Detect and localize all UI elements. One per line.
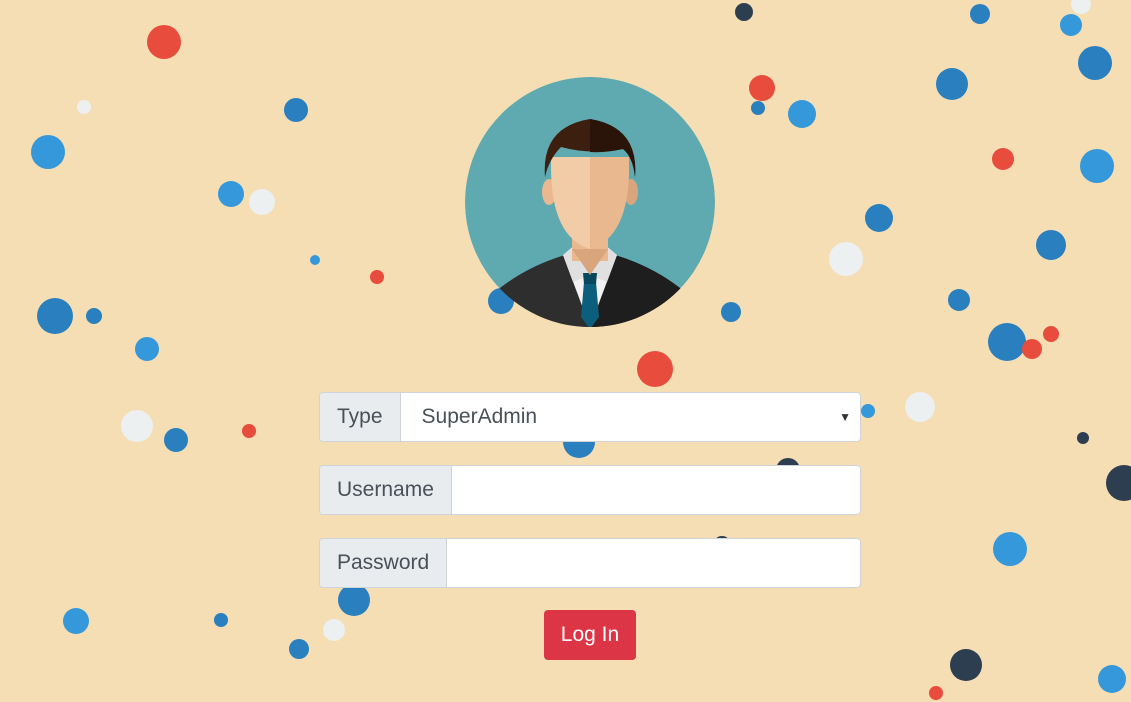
bubble bbox=[164, 428, 188, 452]
bubble bbox=[749, 75, 775, 101]
bubble bbox=[1071, 0, 1091, 14]
bubble bbox=[751, 101, 765, 115]
chevron-down-icon: ▼ bbox=[839, 410, 851, 424]
password-input[interactable] bbox=[468, 539, 839, 587]
username-input[interactable] bbox=[472, 466, 839, 514]
bubble bbox=[135, 337, 159, 361]
bubble bbox=[214, 613, 228, 627]
bubble bbox=[1022, 339, 1042, 359]
bubble bbox=[829, 242, 863, 276]
bubble bbox=[1077, 432, 1089, 444]
bubble bbox=[1078, 46, 1112, 80]
bubble bbox=[993, 532, 1027, 566]
bubble bbox=[147, 25, 181, 59]
type-label: Type bbox=[320, 393, 401, 441]
bubble bbox=[86, 308, 102, 324]
bubble bbox=[1060, 14, 1082, 36]
bubble bbox=[242, 424, 256, 438]
bubble bbox=[948, 289, 970, 311]
bubble bbox=[905, 392, 935, 422]
bubble bbox=[284, 98, 308, 122]
bubble bbox=[1098, 665, 1126, 693]
username-group: Username bbox=[319, 465, 861, 515]
bubble bbox=[218, 181, 244, 207]
bubble bbox=[1080, 149, 1114, 183]
type-select[interactable]: SuperAdmin ▼ bbox=[401, 393, 860, 441]
bubble bbox=[992, 148, 1014, 170]
bubble bbox=[721, 302, 741, 322]
submit-wrap: Log In bbox=[319, 610, 861, 660]
bubble bbox=[249, 189, 275, 215]
login-button[interactable]: Log In bbox=[543, 610, 637, 660]
bubble bbox=[637, 351, 673, 387]
type-select-value: SuperAdmin bbox=[421, 405, 538, 428]
bubble bbox=[970, 4, 990, 24]
bubble bbox=[865, 204, 893, 232]
bubble bbox=[950, 649, 982, 681]
bubble bbox=[310, 255, 320, 265]
username-label: Username bbox=[320, 466, 452, 514]
bubble bbox=[988, 323, 1026, 361]
password-group: Password bbox=[319, 538, 861, 588]
username-field-wrap bbox=[452, 466, 860, 514]
user-avatar-icon bbox=[465, 77, 715, 327]
bubble bbox=[788, 100, 816, 128]
bubble bbox=[861, 404, 875, 418]
bubble bbox=[1043, 326, 1059, 342]
bubble bbox=[929, 686, 943, 700]
password-label: Password bbox=[320, 539, 448, 587]
bubble bbox=[936, 68, 968, 100]
bubble bbox=[735, 3, 753, 21]
bubble bbox=[1106, 465, 1131, 501]
bubble bbox=[63, 608, 89, 634]
bubble bbox=[77, 100, 91, 114]
password-field-wrap bbox=[447, 539, 860, 587]
type-group: Type SuperAdmin ▼ bbox=[319, 392, 861, 442]
login-form: Type SuperAdmin ▼ Username Password Log … bbox=[319, 392, 861, 660]
bubble bbox=[1036, 230, 1066, 260]
bubble bbox=[370, 270, 384, 284]
bubble bbox=[31, 135, 65, 169]
bubble bbox=[37, 298, 73, 334]
bubble bbox=[121, 410, 153, 442]
bubble bbox=[289, 639, 309, 659]
